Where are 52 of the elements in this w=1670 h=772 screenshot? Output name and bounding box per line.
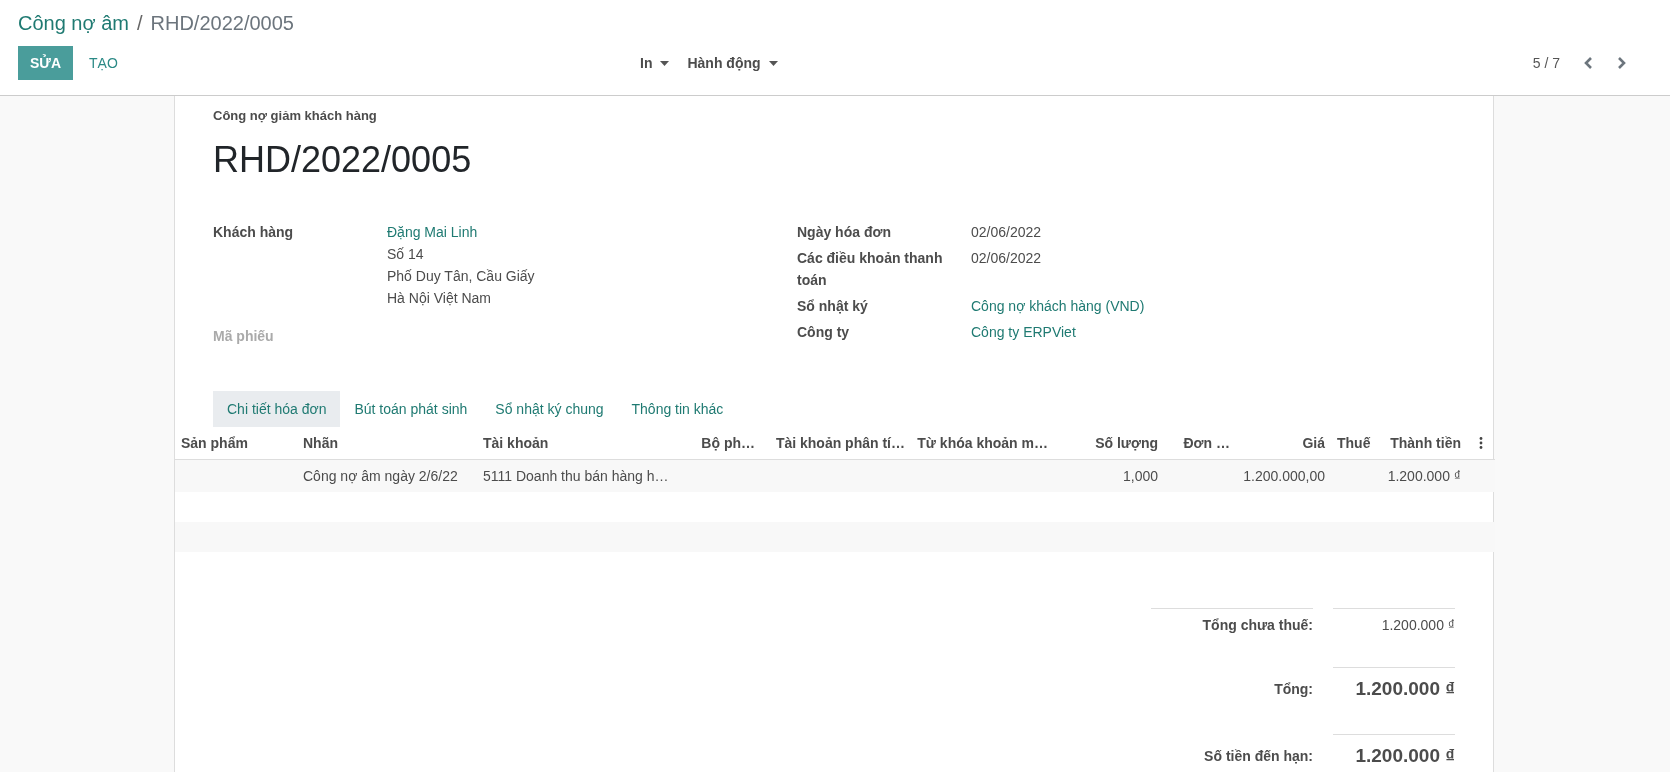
record-title: RHD/2022/0005	[213, 139, 473, 181]
column-header[interactable]: Đơn …	[1164, 427, 1236, 460]
address-line: Phố Duy Tân, Cầu Giấy	[387, 267, 536, 286]
breadcrumb-separator: /	[136, 11, 143, 35]
total-label: Số tiền đến hạn:	[1203, 747, 1313, 766]
breadcrumb-link[interactable]: Công nợ âm	[18, 11, 129, 35]
total-amount: 1.200.000 ₫	[1333, 667, 1455, 708]
column-header[interactable]: Số lượng	[1054, 427, 1164, 460]
table-cell: 1.200.000,00	[1243, 468, 1325, 484]
table-cell: 1.200.000 ₫	[1387, 468, 1461, 484]
create-button[interactable]: TẠO	[77, 46, 130, 80]
total-label: Tổng chưa thuế:	[1151, 608, 1313, 641]
column-header[interactable]: Giá	[1236, 427, 1331, 460]
column-header[interactable]: Thuế	[1331, 427, 1375, 460]
total-amount: 1.200.000 ₫	[1333, 734, 1455, 772]
customer-link[interactable]: Đặng Mai Linh	[387, 221, 797, 243]
field-link[interactable]: Công nợ khách hàng (VND)	[971, 295, 1455, 317]
tab[interactable]: Thông tin khác	[617, 391, 738, 427]
address-line: Số 14	[387, 245, 425, 264]
column-header[interactable]: Tài khoản	[477, 427, 684, 460]
field-label: Ngày hóa đơn	[797, 223, 892, 242]
column-header[interactable]: Tài khoản phân tí…	[761, 427, 911, 460]
column-header[interactable]: Nhãn	[297, 427, 477, 460]
field-value: 02/06/2022	[971, 223, 1043, 242]
field-label: Mã phiếu	[213, 327, 275, 346]
total-label: Tổng:	[1273, 680, 1313, 699]
form-subtitle: Công nợ giảm khách hàng	[213, 108, 378, 123]
tab[interactable]: Sổ nhật ký chung	[481, 391, 618, 427]
field-value: 02/06/2022	[971, 249, 1043, 268]
field-label: Công ty	[797, 323, 851, 342]
caret-icon	[768, 60, 778, 66]
column-header[interactable]: Bộ ph…	[684, 427, 761, 460]
tab[interactable]: Bút toán phát sinh	[340, 391, 482, 427]
total-amount: 1.200.000 ₫	[1333, 608, 1455, 641]
column-header[interactable]: Sản phẩm	[175, 427, 297, 460]
breadcrumb-current: RHD/2022/0005	[150, 11, 294, 35]
tab[interactable]: Chi tiết hóa đơn	[213, 391, 341, 427]
field-label: Các điều khoản thanh toán	[797, 249, 944, 290]
column-header[interactable]: Thành tiền	[1375, 427, 1467, 460]
field-label: Sổ nhật ký	[797, 297, 869, 316]
address-line: Hà Nội Việt Nam	[387, 289, 492, 308]
table-cell: 5111 Doanh thu bán hàng h…	[483, 468, 669, 484]
field-link[interactable]: Công ty ERPViet	[971, 321, 1455, 343]
dropdown-menu[interactable]: Hành động	[685, 51, 780, 75]
more-options-icon[interactable]	[1479, 437, 1483, 449]
dropdown-menu[interactable]: In	[638, 51, 672, 75]
field-label: Khách hàng	[213, 223, 295, 242]
table-cell: Công nợ âm ngày 2/6/22	[303, 468, 458, 484]
pager-counter: 5 / 7	[1532, 55, 1560, 71]
caret-icon	[660, 60, 670, 66]
column-header[interactable]: Từ khóa khoản m…	[911, 427, 1054, 460]
table-cell: 1,000	[1122, 468, 1158, 484]
